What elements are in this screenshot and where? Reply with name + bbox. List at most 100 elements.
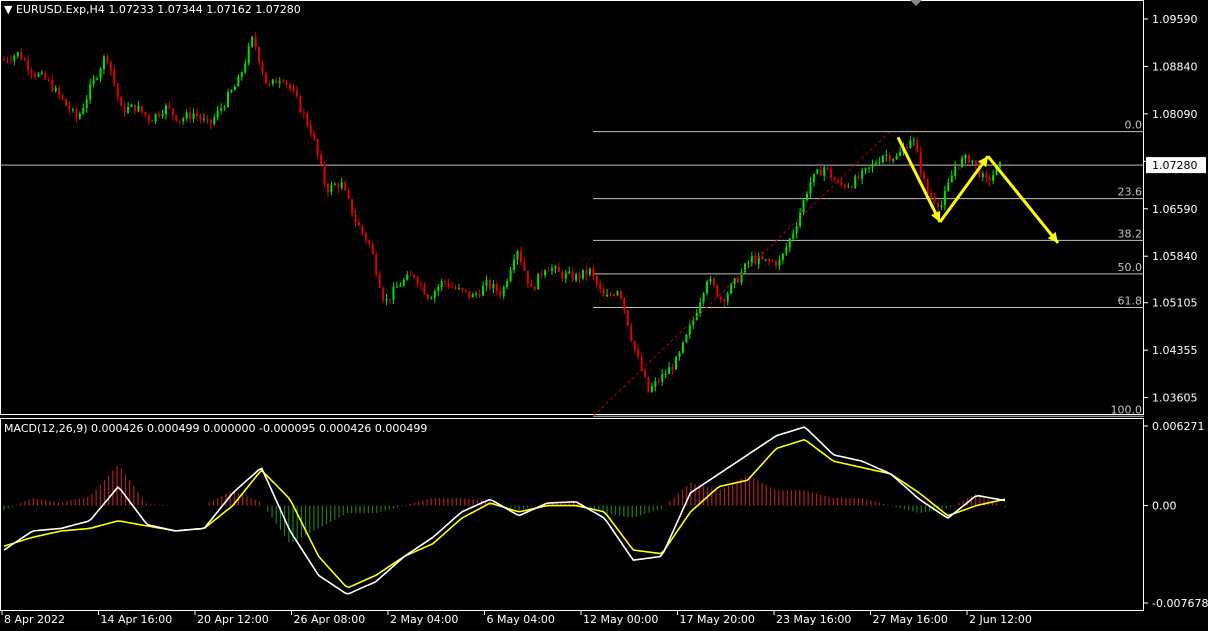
candle-body bbox=[233, 86, 236, 91]
candle-body bbox=[199, 115, 202, 120]
candle-body bbox=[599, 284, 602, 289]
candle-body bbox=[13, 55, 16, 61]
candle-body bbox=[499, 291, 502, 296]
candle-body bbox=[912, 139, 915, 141]
candle-body bbox=[223, 106, 226, 109]
candle-body bbox=[950, 175, 953, 183]
candle-body bbox=[54, 87, 57, 92]
candle-body bbox=[806, 193, 809, 200]
candle-body bbox=[158, 113, 161, 117]
candle-body bbox=[58, 87, 61, 96]
candle-body bbox=[781, 253, 784, 260]
candle-body bbox=[871, 163, 874, 168]
candle-body bbox=[657, 381, 660, 383]
candle-body bbox=[519, 251, 522, 262]
time-tick-label: 27 May 16:00 bbox=[873, 613, 948, 626]
candle-body bbox=[971, 160, 974, 163]
candle-body bbox=[268, 83, 271, 85]
candle-body bbox=[65, 99, 68, 106]
candle-body bbox=[271, 79, 274, 85]
candle-body bbox=[175, 115, 178, 121]
candle-body bbox=[575, 274, 578, 281]
candle-body bbox=[254, 36, 257, 48]
candle-body bbox=[857, 176, 860, 179]
candle-body bbox=[516, 251, 519, 260]
candle-body bbox=[423, 284, 426, 295]
candle-body bbox=[23, 59, 26, 61]
candle-body bbox=[664, 374, 667, 376]
candle-body bbox=[309, 125, 312, 134]
candle-body bbox=[278, 81, 281, 84]
candle-body bbox=[289, 84, 292, 89]
candle-body bbox=[495, 283, 498, 292]
candle-body bbox=[964, 155, 967, 159]
candle-body bbox=[719, 297, 722, 300]
chart-root: 1.095901.088401.080901.073401.065901.058… bbox=[0, 0, 1208, 627]
candle-body bbox=[106, 56, 109, 62]
candle-body bbox=[550, 268, 553, 271]
candle-body bbox=[282, 81, 285, 83]
candle-body bbox=[475, 293, 478, 295]
price-tick-label: 1.09590 bbox=[1152, 13, 1198, 26]
candle-body bbox=[592, 268, 595, 277]
price-tick-label: 1.08840 bbox=[1152, 60, 1198, 73]
candle-body bbox=[850, 186, 853, 188]
macd-tick-label: 0.006271 bbox=[1152, 420, 1205, 433]
candle-body bbox=[488, 280, 491, 289]
candle-body bbox=[213, 117, 216, 124]
time-tick-label: 20 Apr 12:00 bbox=[197, 613, 269, 626]
candle-body bbox=[926, 178, 929, 194]
candle-body bbox=[130, 104, 133, 107]
candle-body bbox=[140, 105, 143, 113]
collapse-triangle-icon[interactable]: ▼ bbox=[4, 3, 12, 16]
candle-body bbox=[954, 166, 957, 176]
candle-body bbox=[316, 139, 319, 155]
fib-level-label: 0.0 bbox=[1125, 119, 1143, 132]
candle-body bbox=[771, 261, 774, 263]
candle-body bbox=[147, 115, 150, 121]
candle-body bbox=[137, 105, 140, 112]
candle-body bbox=[44, 72, 47, 80]
candle-body bbox=[595, 276, 598, 285]
candle-body bbox=[675, 356, 678, 370]
candle-body bbox=[761, 256, 764, 260]
candle-body bbox=[540, 273, 543, 276]
price-tick-label: 1.04355 bbox=[1152, 344, 1198, 357]
candle-body bbox=[154, 113, 157, 122]
time-tick-label: 6 May 04:00 bbox=[487, 613, 555, 626]
candle-body bbox=[409, 274, 412, 276]
candle-body bbox=[537, 273, 540, 290]
candle-body bbox=[644, 370, 647, 378]
candle-body bbox=[37, 73, 40, 77]
candle-body bbox=[678, 352, 681, 357]
candle-body bbox=[127, 106, 130, 113]
candle-body bbox=[40, 72, 43, 74]
candle-body bbox=[861, 170, 864, 179]
candle-body bbox=[533, 286, 536, 290]
candle-body bbox=[654, 381, 657, 387]
candle-body bbox=[485, 280, 488, 286]
candle-body bbox=[988, 177, 991, 181]
candle-body bbox=[754, 256, 757, 264]
candle-body bbox=[102, 56, 105, 70]
candle-body bbox=[840, 182, 843, 185]
time-tick-label: 8 Apr 2022 bbox=[4, 613, 65, 626]
candle-body bbox=[264, 72, 267, 84]
candle-body bbox=[3, 59, 5, 61]
candle-body bbox=[899, 152, 902, 156]
candle-body bbox=[89, 84, 92, 100]
candle-body bbox=[116, 83, 119, 97]
candle-body bbox=[788, 238, 791, 248]
candle-body bbox=[992, 175, 995, 181]
candle-body bbox=[999, 162, 1001, 168]
candle-body bbox=[802, 199, 805, 213]
candle-body bbox=[378, 274, 381, 288]
candle-body bbox=[709, 278, 712, 282]
candle-body bbox=[220, 108, 223, 111]
fib-level-label: 38.2 bbox=[1118, 227, 1143, 240]
candle-body bbox=[613, 294, 616, 296]
candle-body bbox=[623, 297, 626, 311]
candle-body bbox=[626, 310, 629, 326]
candle-body bbox=[227, 92, 230, 107]
candle-body bbox=[440, 281, 443, 287]
